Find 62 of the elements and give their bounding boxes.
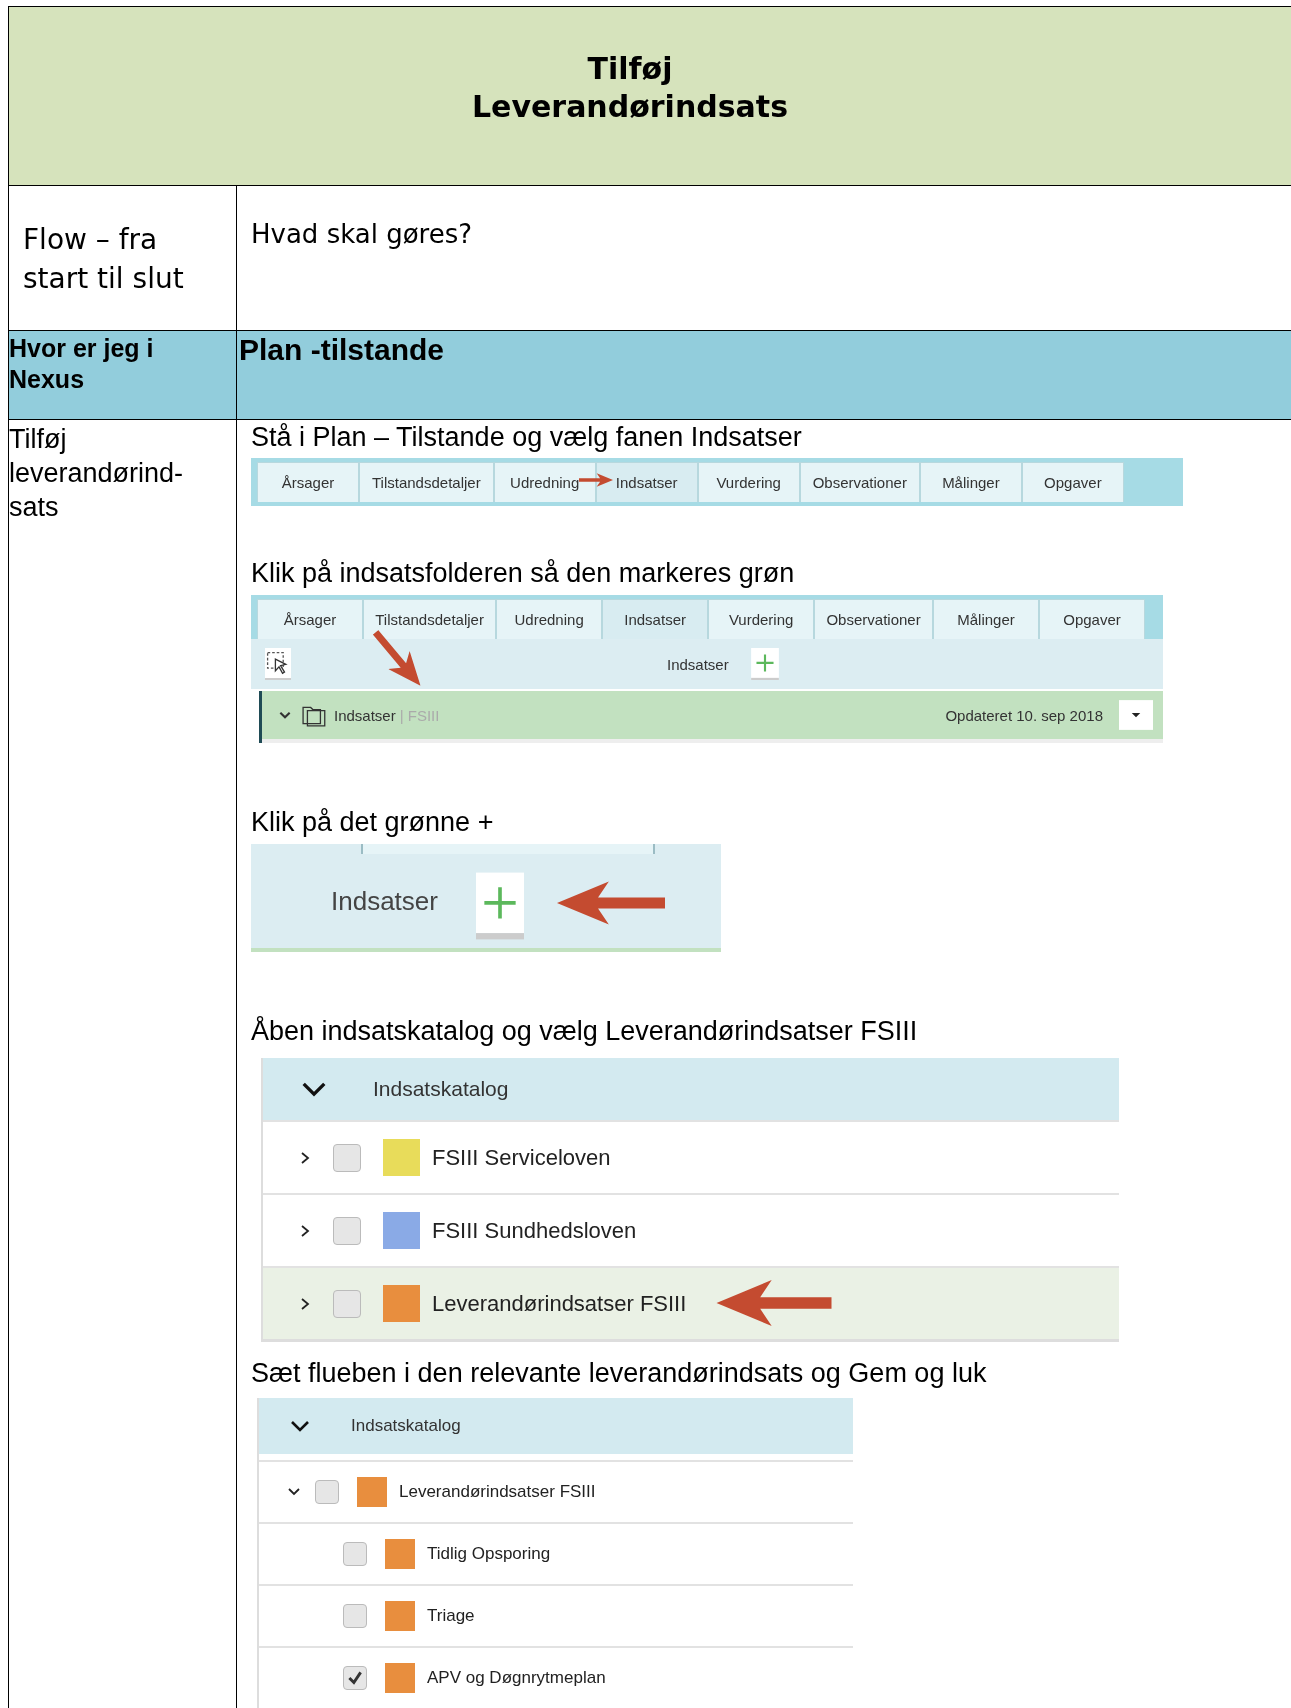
instruction-text: Sæt flueben i den relevante leverandørindsats og Gem og luk xyxy=(251,1357,988,1390)
tab[interactable]: Målinger xyxy=(933,599,1039,639)
catalog-row[interactable]: FSIII Serviceloven xyxy=(263,1120,1119,1193)
checkbox[interactable] xyxy=(315,1480,339,1504)
instruction-text: Stå i Plan – Tilstande og vælg fanen Indsatser xyxy=(251,421,803,454)
catalog-title: Indsatskatalog xyxy=(351,1416,461,1436)
chevron-down-icon[interactable] xyxy=(289,1419,311,1433)
catalog-row[interactable]: Leverandørindsatser FSIII xyxy=(259,1460,853,1522)
tab[interactable]: Indsatser xyxy=(602,599,709,639)
tab[interactable]: Observationer xyxy=(799,462,920,502)
tab[interactable]: Vurdering xyxy=(697,462,800,502)
catalog-item: APV og Døgnrytmeplan xyxy=(427,1668,606,1688)
tab[interactable]: Udredning xyxy=(493,462,596,502)
chevron-right-icon[interactable] xyxy=(299,1296,311,1311)
catalog-item: Leverandørindsatser FSIII xyxy=(432,1290,687,1317)
instruction-text: Klik på det grønne + xyxy=(251,806,495,839)
checkbox[interactable] xyxy=(333,1216,361,1245)
checkbox[interactable] xyxy=(343,1542,367,1566)
catalog-row[interactable]: Tidlig Opsporing xyxy=(259,1522,853,1584)
tab[interactable]: Årsager xyxy=(257,599,363,639)
checkbox[interactable] xyxy=(343,1604,367,1628)
tab[interactable]: Tilstandsdetaljer xyxy=(359,462,494,502)
catalog-header[interactable]: Indsatskatalog xyxy=(263,1058,1119,1120)
checkbox[interactable] xyxy=(333,1143,361,1172)
catalog-item: FSIII Serviceloven xyxy=(432,1144,611,1171)
toolbar-label: Indsatser xyxy=(331,885,438,917)
document-title: Tilføj Leverandørindsats xyxy=(470,49,790,126)
updated-date: Opdateret 10. sep 2018 xyxy=(945,706,1103,724)
tab[interactable]: Årsager xyxy=(257,462,359,502)
check-icon xyxy=(346,1669,364,1687)
location-label: Hvor er jeg i Nexus xyxy=(9,333,155,395)
toolbar-label: Indsatser xyxy=(667,655,729,673)
tab[interactable]: Målinger xyxy=(919,462,1022,502)
select-icon[interactable] xyxy=(265,648,291,680)
tab[interactable]: Opgaver xyxy=(1039,599,1145,639)
chevron-right-icon[interactable] xyxy=(299,1223,311,1238)
tab[interactable]: Opgaver xyxy=(1021,462,1124,502)
question-text: Hvad skal gøres? xyxy=(251,218,474,249)
task-label: Tilføj leverandørind-sats xyxy=(9,423,185,524)
instruction-text: Klik på indsatsfolderen så den markeres grøn xyxy=(251,557,796,590)
catalog-item: Leverandørindsatser FSIII xyxy=(399,1482,596,1502)
catalog-item: FSIII Sundhedsloven xyxy=(432,1217,637,1244)
flow-label: Flow – fra start til slut xyxy=(23,221,185,297)
tab[interactable]: Indsatser xyxy=(595,462,698,502)
location-value: Plan -tilstande xyxy=(238,332,446,367)
instruction-text: Åben indsatskatalog og vælg Leverandørindsatser FSIII xyxy=(251,1015,919,1048)
checkbox[interactable] xyxy=(333,1289,361,1318)
folder-name: Indsatser xyxy=(334,706,396,724)
chevron-down-icon[interactable] xyxy=(301,1080,327,1098)
catalog-row[interactable]: Leverandørindsatser FSIII xyxy=(263,1266,1119,1342)
catalog-item: Tidlig Opsporing xyxy=(427,1544,551,1564)
chevron-right-icon[interactable] xyxy=(299,1150,311,1165)
catalog-item: Triage xyxy=(427,1606,475,1626)
checkbox[interactable] xyxy=(343,1666,367,1690)
tab[interactable]: Observationer xyxy=(814,599,933,639)
catalog-title: Indsatskatalog xyxy=(373,1077,509,1101)
tab[interactable]: Vurdering xyxy=(708,599,815,639)
tab[interactable]: Tilstandsdetaljer xyxy=(363,599,497,639)
catalog-row[interactable]: APV og Døgnrytmeplan xyxy=(259,1646,853,1708)
arrow-icon xyxy=(579,471,613,489)
catalog-row[interactable]: Triage xyxy=(259,1584,853,1646)
tab[interactable]: Udredning xyxy=(496,599,603,639)
